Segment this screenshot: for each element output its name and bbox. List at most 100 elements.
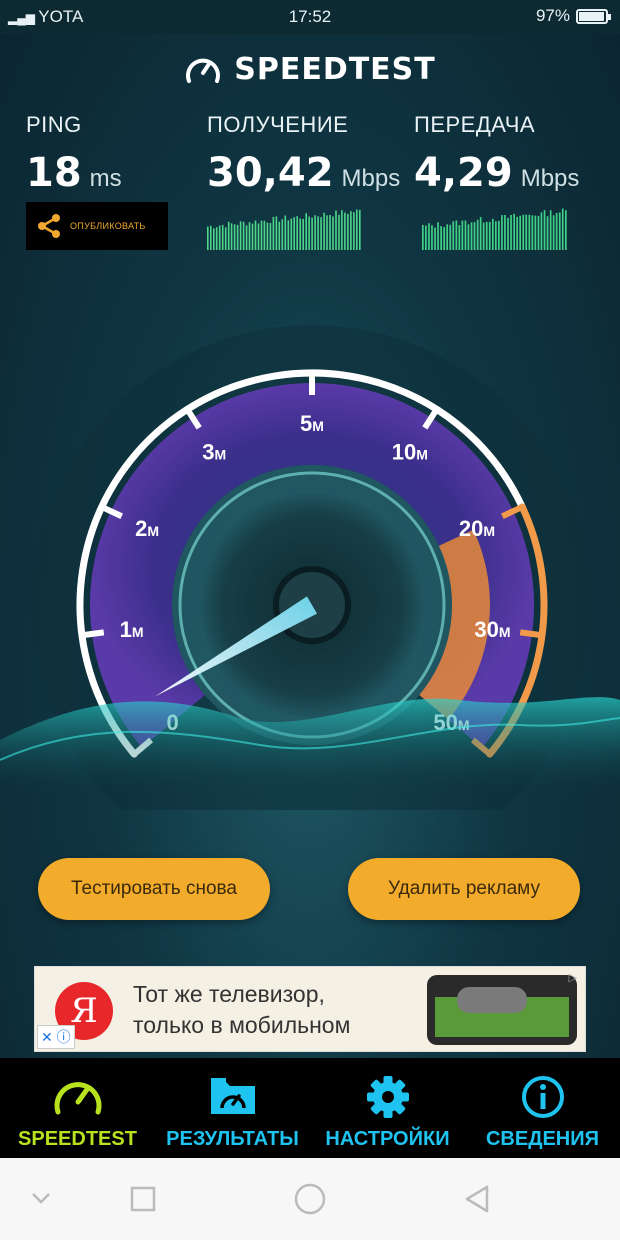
sparkline-bar — [473, 222, 476, 250]
sparkline-bar — [537, 215, 540, 250]
speedometer-icon — [54, 1082, 101, 1115]
sparkline-bar — [350, 211, 352, 250]
app-logo: SPEEDTEST — [0, 52, 620, 92]
chevron-down-icon[interactable] — [30, 1190, 52, 1206]
sparkline-bar — [236, 224, 239, 250]
sparkline-bar — [260, 220, 263, 250]
sparkline-bar — [317, 216, 319, 250]
sparkline-bar — [302, 218, 304, 250]
sparkline-bar — [431, 225, 433, 250]
sparkline-bar — [449, 224, 452, 250]
speedometer-logo-icon — [186, 58, 221, 83]
ad-label-icon: ▷ — [568, 972, 577, 984]
sparkline-bar — [215, 227, 218, 250]
sparkline-bar — [525, 214, 528, 250]
sparkline-bar — [488, 221, 491, 250]
download-sparkline — [207, 209, 361, 250]
sparkline-bar — [422, 224, 424, 250]
tab-info[interactable]: СВЕДЕНИЯ — [465, 1058, 620, 1158]
sparkline-bar — [467, 224, 470, 250]
home-icon[interactable] — [293, 1182, 327, 1216]
sparkline-bar — [227, 221, 230, 250]
sparkline-bar — [218, 225, 221, 250]
sparkline-bar — [546, 216, 549, 250]
sparkline-bar — [470, 222, 473, 250]
sparkline-bar — [257, 223, 260, 250]
sparkline-bar — [263, 220, 266, 250]
sparkline-bar — [507, 217, 509, 250]
ping-value: 18 ms — [26, 150, 122, 196]
sparkline-bar — [239, 221, 242, 250]
retest-button[interactable]: Тестировать снова — [38, 858, 270, 920]
sparkline-bar — [221, 224, 224, 250]
share-button[interactable]: ОПУБЛИКОВАТЬ — [26, 202, 168, 250]
sparkline-bar — [210, 225, 212, 250]
sparkline-bar — [278, 221, 281, 250]
battery-icon — [576, 8, 611, 24]
sparkline-bar — [254, 220, 257, 250]
sparkline-bar — [485, 221, 488, 250]
sparkline-bar — [299, 218, 301, 250]
sparkline-bar — [308, 216, 310, 250]
ad-line-2: только в мобильном — [133, 1012, 351, 1038]
sparkline-bar — [440, 226, 442, 250]
bottom-tab-bar: SPEEDTEST РЕЗУЛЬТАТЫ НАСТРОЙКИ СВЕДЕНИЯ — [0, 1058, 620, 1158]
upload-value: 4,29 Mbps — [414, 150, 580, 196]
sparkline-bar — [233, 224, 236, 250]
sparkline-bar — [269, 223, 272, 250]
download-unit: Mbps — [341, 165, 401, 192]
sparkline-bar — [528, 214, 531, 250]
sparkline-bar — [245, 225, 248, 250]
sparkline-bar — [434, 227, 436, 250]
sparkline-bar — [452, 221, 455, 250]
sparkline-bar — [251, 223, 254, 250]
system-nav-bar — [0, 1158, 620, 1240]
sparkline-bar — [290, 218, 293, 250]
info-icon — [521, 1076, 564, 1118]
sparkline-bar — [513, 213, 515, 250]
sparkline-bar — [359, 209, 361, 250]
battery-percent: 97% — [535, 6, 570, 25]
sparkline-bar — [323, 212, 325, 250]
share-icon — [38, 214, 60, 238]
sparkline-bar — [293, 217, 295, 250]
sparkline-bar — [504, 215, 506, 250]
tab-results-label: РЕЗУЛЬТАТЫ — [166, 1128, 299, 1150]
sparkline-bar — [311, 217, 313, 250]
sparkline-bar — [329, 215, 331, 250]
sparkline-bar — [446, 224, 448, 250]
sparkline-bar — [326, 215, 328, 250]
ad-banner[interactable]: Я Тот же телевизор, только в мобильном ✕… — [34, 966, 586, 1052]
share-label: ОПУБЛИКОВАТЬ — [70, 221, 146, 231]
recent-apps-icon[interactable] — [130, 1186, 156, 1212]
tab-settings-label: НАСТРОЙКИ — [325, 1128, 450, 1150]
sparkline-bar — [347, 213, 349, 250]
sparkline-bar — [479, 217, 482, 250]
sparkline-bar — [284, 215, 287, 250]
gauge-tick — [519, 629, 543, 639]
sparkline-bar — [531, 215, 534, 250]
tab-results[interactable]: РЕЗУЛЬТАТЫ — [155, 1058, 310, 1158]
sparkline-bar — [516, 216, 518, 250]
sparkline-bar — [498, 220, 500, 250]
sparkline-bar — [242, 221, 245, 250]
gauge-tick — [81, 629, 105, 639]
remove-ads-button[interactable]: Удалить рекламу — [348, 858, 580, 920]
sparkline-bar — [207, 226, 209, 250]
sparkline-bar — [425, 225, 427, 250]
tab-speedtest[interactable]: SPEEDTEST — [0, 1058, 155, 1158]
back-icon[interactable] — [462, 1184, 492, 1214]
sparkline-bar — [296, 216, 298, 250]
status-bar: ▂▄▆ YOTA 17:52 97% — [0, 0, 620, 34]
sparkline-bar — [461, 220, 464, 250]
ad-close-icon[interactable]: ✕ ⓘ — [37, 1025, 75, 1049]
sparkline-bar — [344, 212, 346, 250]
sparkline-bar — [272, 216, 275, 250]
sparkline-bar — [437, 222, 439, 250]
sparkline-bar — [552, 215, 555, 250]
sparkline-bar — [281, 219, 284, 250]
tab-settings[interactable]: НАСТРОЙКИ — [310, 1058, 465, 1158]
ad-line-1: Тот же телевизор, — [133, 981, 325, 1007]
sparkline-bar — [482, 222, 485, 250]
sparkline-bar — [443, 227, 445, 250]
